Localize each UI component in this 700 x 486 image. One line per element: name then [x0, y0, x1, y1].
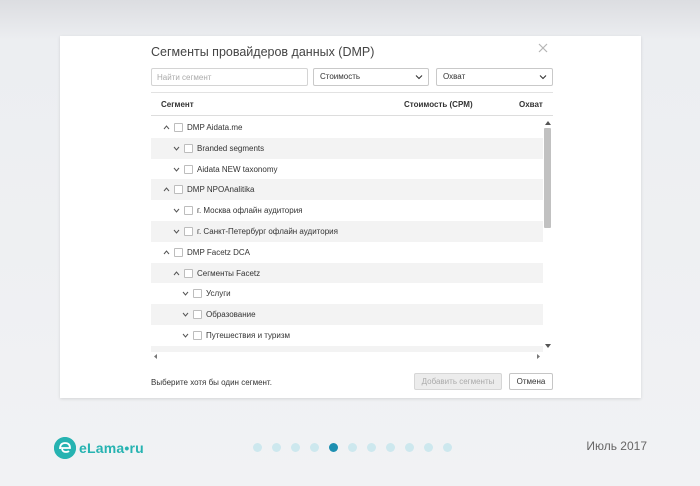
pagination-dot[interactable]	[405, 443, 414, 452]
segment-checkbox[interactable]	[174, 247, 183, 257]
chevron-down-icon[interactable]	[173, 207, 180, 214]
column-header-cost[interactable]: Стоимость (CPM)	[404, 100, 473, 109]
elama-logo: eLama•ru	[54, 437, 144, 459]
segment-label: г. Москва офлайн аудитория	[197, 206, 303, 216]
dialog-title: Сегменты провайдеров данных (DMP)	[151, 45, 375, 59]
segment-checkbox[interactable]	[174, 185, 183, 195]
chevron-down-icon	[539, 73, 547, 81]
pagination-dot[interactable]	[329, 443, 338, 452]
list-item[interactable]: Сегменты Facetz	[151, 262, 543, 284]
segment-checkbox[interactable]	[193, 289, 202, 299]
segment-checkbox[interactable]	[184, 268, 193, 278]
list-item[interactable]: Услуги	[151, 283, 543, 304]
chevron-up-icon[interactable]	[163, 186, 170, 193]
chevron-down-icon	[415, 73, 423, 81]
slide-card: Сегменты провайдеров данных (DMP) Стоимо…	[60, 36, 641, 398]
cost-select-value: Стоимость	[320, 72, 361, 81]
pagination-dot[interactable]	[367, 443, 376, 452]
logo-icon	[54, 437, 76, 459]
segment-checkbox[interactable]	[193, 310, 202, 320]
list-item[interactable]: г. Москва офлайн аудитория	[151, 200, 543, 221]
segment-checkbox[interactable]	[184, 206, 193, 216]
segment-label: DMP NPOAnalitika	[187, 185, 255, 195]
segment-checkbox[interactable]	[184, 226, 193, 236]
segment-label: DMP Aidata.me	[187, 123, 243, 132]
list-item[interactable]: DMP Facetz DCA	[151, 242, 543, 263]
pagination-dot[interactable]	[253, 443, 262, 452]
add-segments-button[interactable]: Добавить сегменты	[414, 373, 502, 390]
segment-label: Branded segments	[197, 143, 265, 153]
list-item[interactable]: Путешествия и туризм	[151, 325, 543, 346]
selection-hint: Выберите хотя бы один сегмент.	[151, 378, 272, 387]
cost-select[interactable]: Стоимость	[313, 68, 429, 86]
segments-table: Сегмент Стоимость (CPM) Охват DMP Aidata…	[151, 92, 553, 367]
chevron-down-icon[interactable]	[173, 145, 180, 152]
scroll-up-icon[interactable]	[545, 120, 551, 126]
list-item[interactable]: Aidata NEW taxonomy	[151, 159, 543, 180]
column-header-reach[interactable]: Охват	[519, 100, 543, 109]
chevron-down-icon[interactable]	[182, 332, 189, 339]
horizontal-scrollbar[interactable]	[151, 352, 543, 361]
search-input[interactable]	[151, 68, 308, 86]
list-item[interactable]: г. Санкт-Петербург офлайн аудитория	[151, 220, 543, 242]
pagination-dot[interactable]	[424, 443, 433, 452]
cancel-button[interactable]: Отмена	[509, 373, 553, 390]
chevron-down-icon[interactable]	[173, 166, 180, 173]
scrollbar-thumb[interactable]	[544, 128, 551, 228]
list-item[interactable]: Branded segments	[151, 137, 543, 159]
column-header-segment[interactable]: Сегмент	[161, 100, 194, 109]
segment-checkbox[interactable]	[184, 164, 193, 174]
pagination-dot[interactable]	[443, 443, 452, 452]
segment-label: Сегменты Facetz	[197, 268, 261, 278]
slide-pagination	[253, 443, 462, 453]
segment-label: Aidata NEW taxonomy	[197, 164, 278, 174]
reach-select-value: Охват	[443, 72, 466, 81]
table-header: Сегмент Стоимость (CPM) Охват	[151, 93, 553, 116]
chevron-up-icon[interactable]	[173, 270, 180, 277]
segment-label: Образование	[206, 310, 256, 320]
chevron-down-icon[interactable]	[173, 228, 180, 235]
pagination-dot[interactable]	[310, 443, 319, 452]
list-item[interactable]: DMP Aidata.me	[151, 117, 543, 138]
scroll-down-icon[interactable]	[545, 343, 551, 349]
segment-rows: DMP Aidata.me Branded segments Aidata NEW …	[151, 117, 543, 352]
segment-label: Путешествия и туризм	[206, 330, 291, 340]
reach-select[interactable]: Охват	[436, 68, 553, 86]
pagination-dot[interactable]	[386, 443, 395, 452]
logo-text: eLama•ru	[79, 440, 144, 456]
presentation-date: Июль 2017	[586, 439, 647, 453]
list-item[interactable]: DMP NPOAnalitika	[151, 179, 543, 201]
segment-checkbox[interactable]	[184, 143, 193, 153]
pagination-dot[interactable]	[272, 443, 281, 452]
list-item[interactable]: Образование	[151, 304, 543, 325]
close-icon[interactable]	[537, 42, 549, 54]
segment-checkbox[interactable]	[193, 330, 202, 340]
dmp-segments-dialog: Сегменты провайдеров данных (DMP) Стоимо…	[151, 36, 553, 398]
segment-label: DMP Facetz DCA	[187, 247, 250, 257]
scroll-left-icon[interactable]	[153, 354, 158, 359]
segment-label: Услуги	[206, 289, 231, 299]
scroll-right-icon[interactable]	[536, 354, 541, 359]
pagination-dot[interactable]	[291, 443, 300, 452]
chevron-up-icon[interactable]	[163, 249, 170, 256]
segment-checkbox[interactable]	[174, 123, 183, 132]
vertical-scrollbar[interactable]	[543, 117, 553, 352]
chevron-down-icon[interactable]	[182, 311, 189, 318]
pagination-dot[interactable]	[348, 443, 357, 452]
chevron-down-icon[interactable]	[182, 290, 189, 297]
chevron-up-icon[interactable]	[163, 124, 170, 131]
segment-label: г. Санкт-Петербург офлайн аудитория	[197, 226, 338, 236]
